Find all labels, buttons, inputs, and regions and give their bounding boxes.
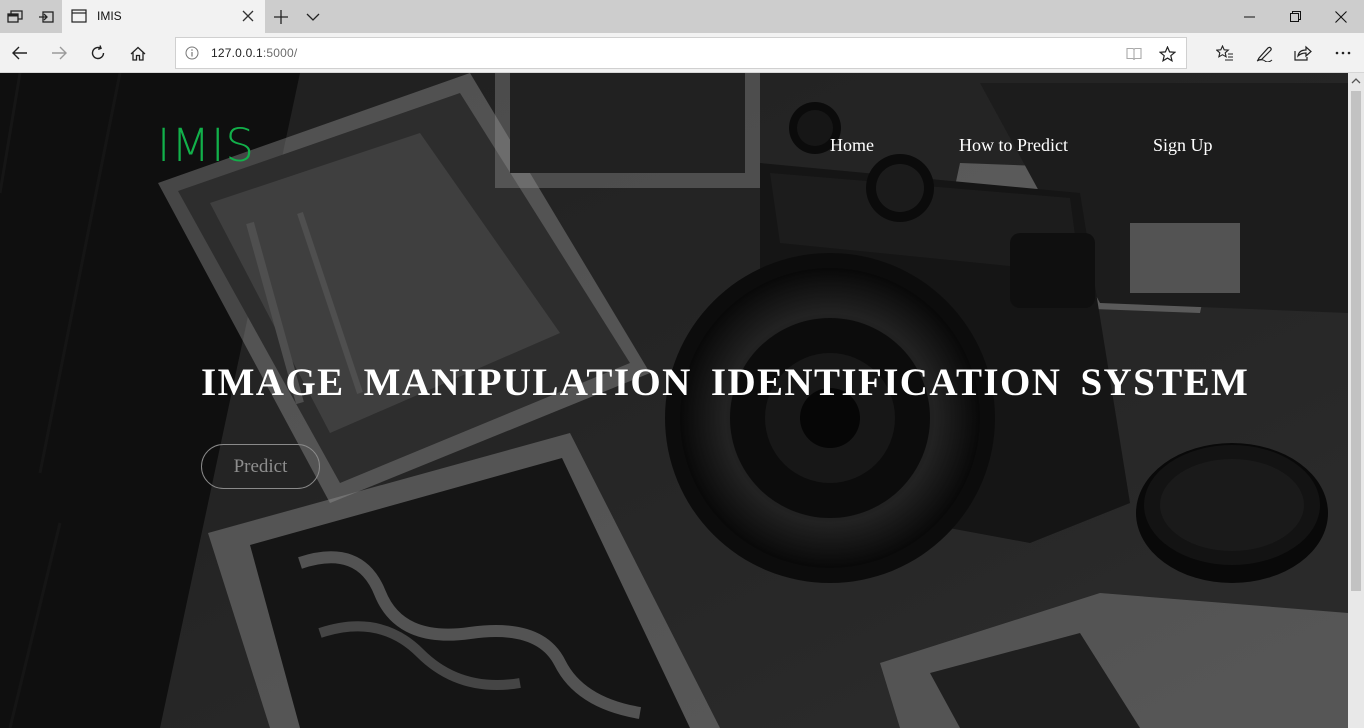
more-icon[interactable]	[1323, 33, 1363, 73]
nav-link-how-to-predict[interactable]: How to Predict	[959, 135, 1068, 156]
new-tab-icon[interactable]	[268, 0, 294, 33]
tab-bar: IMIS	[0, 0, 1364, 33]
window-close-icon[interactable]	[1318, 0, 1364, 33]
page-viewport: IMIS Home How to Predict Sign Up IMAGE M…	[0, 73, 1348, 728]
forward-icon[interactable]	[39, 33, 79, 73]
close-icon[interactable]	[239, 7, 257, 25]
scrollbar[interactable]	[1348, 73, 1364, 728]
hero-title: IMAGE MANIPULATION IDENTIFICATION SYSTEM	[201, 361, 1250, 404]
favorite-star-icon[interactable]	[1157, 44, 1177, 64]
url-text: 127.0.0.1:5000/	[211, 46, 297, 60]
nav-link-home[interactable]: Home	[830, 135, 874, 156]
nav-link-sign-up[interactable]: Sign Up	[1153, 135, 1213, 156]
address-bar[interactable]: 127.0.0.1:5000/	[175, 37, 1187, 69]
reading-view-icon[interactable]	[1124, 44, 1144, 64]
restore-icon[interactable]	[1272, 0, 1318, 33]
scrollbar-thumb[interactable]	[1351, 91, 1361, 591]
url-host: 127.0.0.1	[211, 46, 263, 60]
share-icon[interactable]	[1283, 33, 1323, 73]
tab-title: IMIS	[97, 9, 122, 23]
tab-list-chevron-icon[interactable]	[300, 0, 326, 33]
scroll-up-icon[interactable]	[1351, 76, 1361, 86]
back-icon[interactable]	[0, 33, 40, 73]
site-logo[interactable]: IMIS	[157, 123, 255, 168]
minimize-icon[interactable]	[1226, 0, 1272, 33]
page-icon	[71, 9, 87, 28]
refresh-icon[interactable]	[78, 33, 118, 73]
pen-icon[interactable]	[1244, 33, 1284, 73]
active-tab[interactable]: IMIS	[62, 0, 265, 33]
tab-manager-icon[interactable]	[0, 0, 30, 33]
home-icon[interactable]	[118, 33, 158, 73]
url-path: :5000/	[262, 46, 298, 60]
info-icon[interactable]	[184, 45, 200, 61]
favorites-list-icon[interactable]	[1205, 33, 1245, 73]
browser-toolbar: 127.0.0.1:5000/	[0, 33, 1364, 73]
set-aside-tabs-icon[interactable]	[31, 0, 61, 33]
predict-button[interactable]: Predict	[201, 444, 320, 489]
